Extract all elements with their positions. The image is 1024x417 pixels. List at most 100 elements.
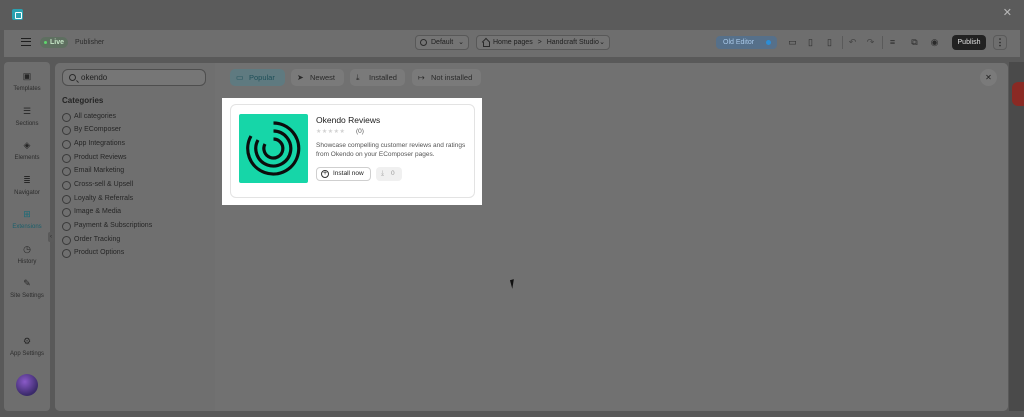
category-option-image-media[interactable]: Image & Media xyxy=(62,206,121,218)
exit-icon: ↦ xyxy=(418,73,425,82)
extension-card-highlight: Okendo Reviews ★★★★★ (0) Showcase compel… xyxy=(222,98,482,205)
history-icon: ◷ xyxy=(23,244,31,254)
old-editor-label: Old Editor xyxy=(723,39,755,46)
tab-popular[interactable]: ▭ Popular xyxy=(230,69,285,86)
extensions-modal: Categories All categories By EComposer A… xyxy=(55,63,1008,411)
extensions-icon: ⊞ xyxy=(23,209,31,219)
breadcrumb-item-page[interactable]: Handcraft Studio xyxy=(547,39,599,46)
desktop-view-icon[interactable]: ▭ xyxy=(787,37,798,48)
category-option-order-tracking[interactable]: Order Tracking xyxy=(62,234,120,246)
tab-newest[interactable]: ➤ Newest xyxy=(291,69,344,86)
rating-stars: ★★★★★ xyxy=(316,129,346,135)
sidebar-item-elements[interactable]: ◈ Elements xyxy=(4,140,50,170)
sidebar-item-label: App Settings xyxy=(9,351,45,357)
template-select-label: Default xyxy=(431,39,454,46)
elements-icon: ◈ xyxy=(23,140,31,150)
sidebar-item-label: Templates xyxy=(13,86,41,92)
plus-circle-icon: + xyxy=(321,170,329,178)
undo-icon[interactable]: ↶ xyxy=(847,37,858,48)
breadcrumb-item-home-pages[interactable]: Home pages xyxy=(493,39,533,46)
tab-label: Popular xyxy=(249,73,275,82)
sidebar-item-label: Navigator xyxy=(14,190,40,196)
page-breadcrumb[interactable]: Home pages > Handcraft Studio ⌄ xyxy=(476,35,610,50)
extension-card[interactable]: Okendo Reviews ★★★★★ (0) Showcase compel… xyxy=(230,104,475,198)
navigator-icon: ≣ xyxy=(23,175,31,185)
brush-icon: ✎ xyxy=(23,278,31,288)
sidebar-item-templates[interactable]: ▣ Templates xyxy=(4,71,50,101)
category-option-app-integrations[interactable]: App Integrations xyxy=(62,138,125,150)
eye-icon[interactable]: ◉ xyxy=(929,37,940,48)
category-option-product-options[interactable]: Product Options xyxy=(62,247,124,259)
menu-icon[interactable] xyxy=(21,38,31,46)
preview-page-icon[interactable]: ⧉ xyxy=(909,37,920,48)
download-count-badge: ⤓ 0 xyxy=(376,167,402,181)
search-icon xyxy=(69,74,76,81)
search-box[interactable] xyxy=(62,69,206,86)
tab-installed[interactable]: ⤓ Installed xyxy=(350,69,405,86)
templates-icon: ▣ xyxy=(22,71,32,81)
gear-icon: ⚙ xyxy=(22,336,32,346)
sidebar-item-label: Extensions xyxy=(12,224,42,230)
mobile-view-icon[interactable]: ▯ xyxy=(824,37,835,48)
app-logo-icon xyxy=(12,9,23,20)
okendo-logo xyxy=(239,114,308,183)
live-status-badge: Live xyxy=(40,37,69,48)
canvas-preview-edge xyxy=(1012,82,1024,106)
toggle-indicator xyxy=(766,40,771,45)
globe-icon xyxy=(420,39,427,46)
search-input[interactable] xyxy=(81,72,201,83)
install-now-label: Install now xyxy=(333,170,364,177)
category-option-cross-sell[interactable]: Cross-sell & Upsell xyxy=(62,179,133,191)
download-icon: ⤓ xyxy=(356,73,360,82)
window-close-icon[interactable]: ✕ xyxy=(1003,8,1012,19)
send-icon: ➤ xyxy=(297,73,304,82)
sidebar-collapse-handle[interactable]: ‹ xyxy=(48,232,54,242)
sidebar-item-label: Elements xyxy=(14,155,40,161)
home-icon xyxy=(482,39,490,47)
category-option-email-marketing[interactable]: Email Marketing xyxy=(62,165,124,177)
download-icon: ⤓ xyxy=(381,170,385,177)
tab-label: Not installed xyxy=(431,73,473,82)
sidebar-item-site-settings[interactable]: ✎ Site Settings xyxy=(4,278,50,308)
modal-close-button[interactable]: ✕ xyxy=(980,69,997,86)
publish-button[interactable]: Publish xyxy=(952,35,986,50)
categories-heading: Categories xyxy=(62,96,104,105)
settings-sliders-icon[interactable]: ≡ xyxy=(887,37,898,48)
sidebar-item-navigator[interactable]: ≣ Navigator xyxy=(4,175,50,205)
popular-icon: ▭ xyxy=(236,73,244,82)
breadcrumb-separator: > xyxy=(537,39,542,46)
left-sidebar: ▣ Templates ☰ Sections ◈ Elements ≣ Navi… xyxy=(4,62,50,411)
sidebar-item-label: History xyxy=(17,259,37,265)
template-select[interactable]: Default ⌄ xyxy=(415,35,469,50)
canvas-edge xyxy=(1009,62,1024,411)
tablet-view-icon[interactable]: ▯ xyxy=(805,37,816,48)
role-label: Publisher xyxy=(75,39,105,46)
chevron-down-icon: ⌄ xyxy=(599,39,605,46)
toolbar-divider xyxy=(842,36,843,49)
install-now-button[interactable]: + Install now xyxy=(316,167,371,181)
category-option-by-ecomposer[interactable]: By EComposer xyxy=(62,124,121,136)
download-count: 0 xyxy=(391,170,395,177)
category-option-all[interactable]: All categories xyxy=(62,111,116,123)
more-options-icon[interactable]: ⋮ xyxy=(993,35,1007,50)
category-option-loyalty[interactable]: Loyalty & Referrals xyxy=(62,193,133,205)
window-titlebar: ✕ xyxy=(0,0,1024,30)
editor-topbar: Live Publisher Default ⌄ Home pages > Ha… xyxy=(4,30,1020,57)
user-avatar[interactable] xyxy=(16,374,38,396)
sidebar-item-extensions[interactable]: ⊞ Extensions xyxy=(4,209,50,239)
redo-icon[interactable]: ↷ xyxy=(865,37,876,48)
category-option-payment[interactable]: Payment & Subscriptions xyxy=(62,220,152,232)
sidebar-item-history[interactable]: ◷ History xyxy=(4,244,50,274)
tab-label: Installed xyxy=(369,73,397,82)
extension-description: Showcase compelling customer reviews and… xyxy=(316,142,466,158)
tab-label: Newest xyxy=(310,73,336,82)
toolbar-divider xyxy=(882,36,883,49)
old-editor-toggle[interactable]: Old Editor xyxy=(716,36,777,49)
okendo-logo-mark xyxy=(246,121,301,176)
category-option-product-reviews[interactable]: Product Reviews xyxy=(62,152,127,164)
tab-not-installed[interactable]: ↦ Not installed xyxy=(412,69,481,86)
sidebar-item-app-settings[interactable]: ⚙ App Settings xyxy=(4,336,50,366)
sections-icon: ☰ xyxy=(22,106,32,116)
sidebar-item-sections[interactable]: ☰ Sections xyxy=(4,106,50,136)
extension-title: Okendo Reviews xyxy=(316,115,381,125)
